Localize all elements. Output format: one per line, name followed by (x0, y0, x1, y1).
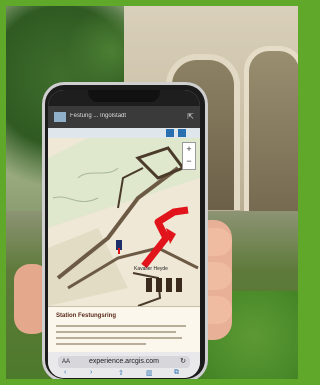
app-header: Festung ... Ingolstadt ⇱ (48, 106, 200, 128)
text-line (56, 343, 146, 345)
share-icon[interactable]: ⇱ (187, 112, 194, 121)
browser-nav: ‹ › ⇧ ▥ ⧉ (48, 369, 200, 378)
url-field[interactable]: AA experience.arcgis.com ↻ (58, 356, 190, 368)
layers-button[interactable] (166, 129, 174, 137)
browser-bar: AA experience.arcgis.com ↻ ‹ › ⇧ ▥ ⧉ (48, 352, 200, 378)
map-toolbar (48, 128, 200, 138)
back-icon[interactable]: ‹ (64, 369, 66, 376)
reader-button[interactable]: AA (62, 356, 70, 368)
zoom-control[interactable]: + − (182, 142, 196, 170)
map-label: Kavalier Heyde (134, 266, 168, 272)
bookmarks-icon[interactable]: ▥ (146, 369, 153, 377)
forward-icon[interactable]: › (90, 369, 92, 376)
legend-button[interactable] (178, 129, 186, 137)
photo-frame: Festung ... Ingolstadt ⇱ + − Kavalier He… (0, 0, 304, 385)
app-logo (54, 112, 66, 122)
building-arch-right (244, 46, 298, 211)
location-pin-stem (118, 248, 120, 254)
text-line (56, 337, 182, 339)
info-title: Station Festungsring (56, 313, 116, 319)
map-graphic (48, 138, 200, 306)
tabs-icon[interactable]: ⧉ (174, 369, 179, 377)
app-title: Festung ... Ingolstadt (70, 113, 127, 119)
map-view[interactable]: + − Kavalier Heyde (48, 138, 200, 306)
url-text: experience.arcgis.com (88, 358, 160, 365)
info-panel: Station Festungsring (48, 306, 200, 353)
phone-screen: Festung ... Ingolstadt ⇱ + − Kavalier He… (48, 90, 200, 378)
reload-icon[interactable]: ↻ (180, 356, 186, 368)
text-line (56, 325, 186, 327)
text-line (56, 331, 176, 333)
phone-notch (88, 90, 160, 102)
share-icon[interactable]: ⇧ (118, 369, 124, 377)
